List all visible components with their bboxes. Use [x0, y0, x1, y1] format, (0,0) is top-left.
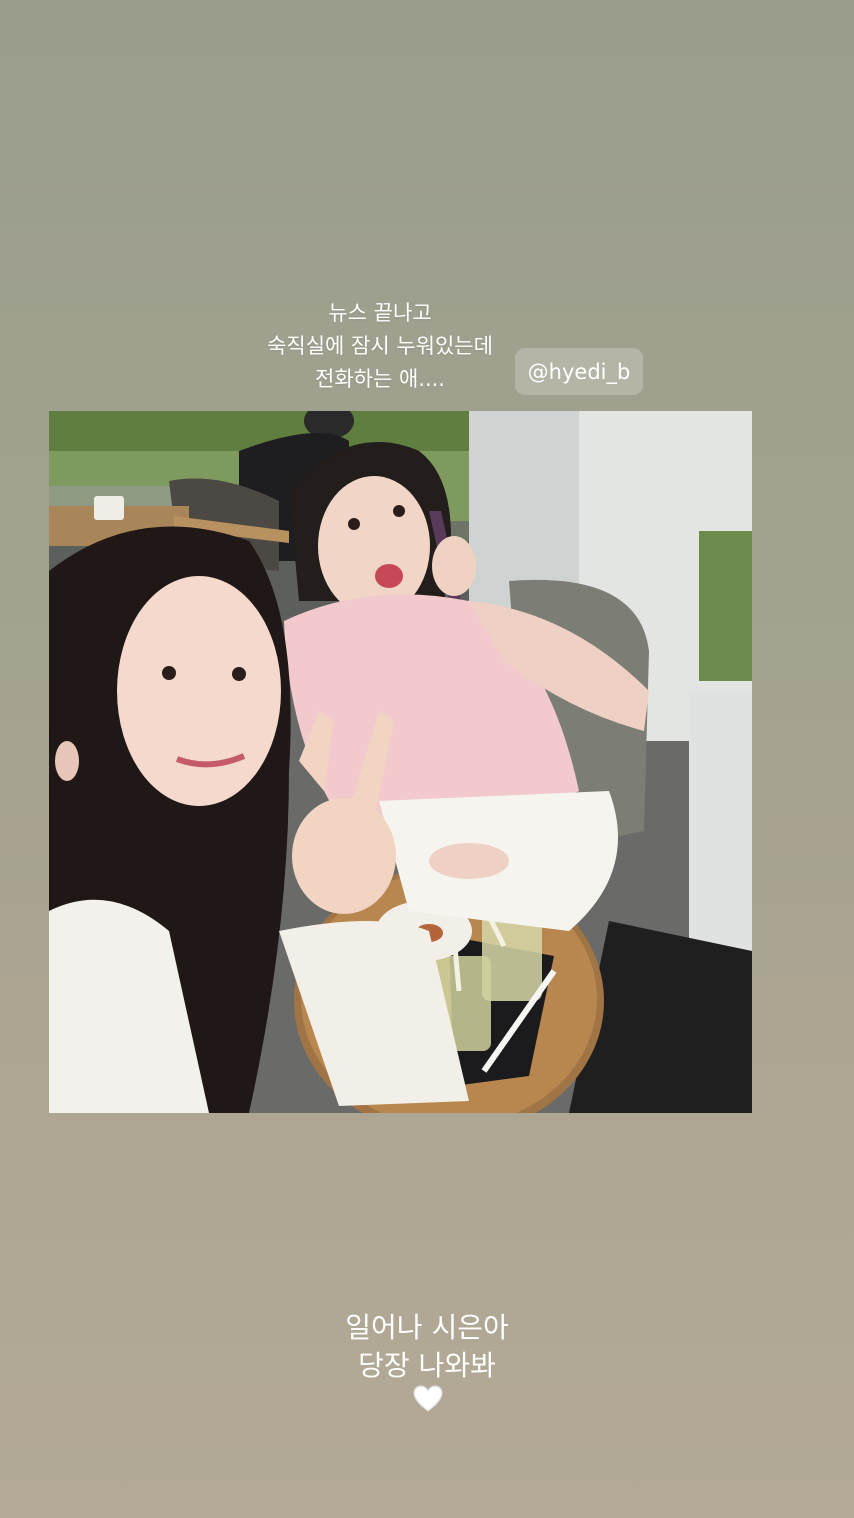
- bottom-caption-line-2: 당장 나와봐: [358, 1349, 496, 1382]
- top-caption-line-3: 전화하는 애....: [315, 367, 445, 391]
- story-canvas: 뉴스 끝나고 숙직실에 잠시 누워있는데 전화하는 애.... @hyedi_b: [0, 0, 854, 1518]
- story-photo[interactable]: [49, 411, 752, 1113]
- mention-label: @hyedi_b: [527, 359, 631, 384]
- top-caption-line-1: 뉴스 끝나고: [328, 301, 432, 325]
- bottom-caption: 일어나 시은아 당장 나와봐: [250, 1309, 604, 1423]
- mention-sticker[interactable]: @hyedi_b: [515, 348, 643, 395]
- top-caption-line-2: 숙직실에 잠시 누워있는데: [267, 334, 493, 358]
- white-heart-icon: [252, 1385, 604, 1423]
- photo-illustration: [49, 411, 752, 1113]
- bottom-caption-line-2-wrap: 당장 나와봐: [250, 1347, 604, 1423]
- top-caption: 뉴스 끝나고 숙직실에 잠시 누워있는데 전화하는 애....: [220, 297, 540, 396]
- bottom-caption-line-1: 일어나 시은아: [345, 1311, 509, 1344]
